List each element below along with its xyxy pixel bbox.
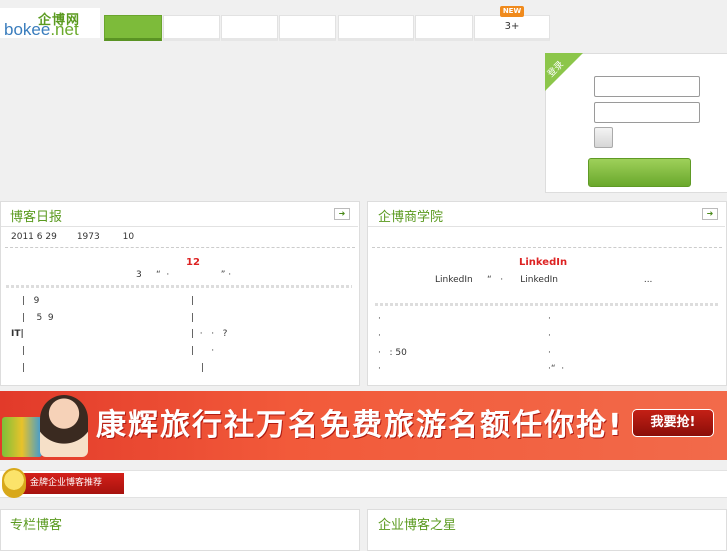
nav-tab-6[interactable]	[415, 15, 473, 41]
banner-headline: 康辉旅行社万名免费旅游名额任你抢!	[96, 408, 624, 443]
list-item[interactable]: ·	[548, 331, 551, 341]
remember-checkbox[interactable]	[594, 127, 613, 148]
nav-tab-7[interactable]: 3+	[474, 15, 550, 41]
list-item[interactable]: |	[22, 363, 25, 373]
site-logo[interactable]: 企博网 bokee.net	[0, 8, 100, 39]
list-item[interactable]: ·	[378, 331, 381, 341]
logo-english: bokee.net	[4, 20, 79, 39]
list-item[interactable]: ·“ ·	[548, 364, 564, 374]
list-item[interactable]: ·	[548, 314, 551, 324]
travel-ad-banner[interactable]: 康辉旅行社万名免费旅游名额任你抢! 我要抢!	[0, 391, 727, 460]
divider	[6, 285, 352, 288]
nav-tab-5[interactable]	[338, 15, 414, 41]
list-item[interactable]: | · · ?	[191, 329, 227, 339]
gold-medal-icon	[2, 468, 26, 498]
list-item[interactable]: ·	[378, 364, 381, 374]
new-badge: NEW	[500, 6, 524, 17]
list-item[interactable]: |	[191, 296, 194, 306]
list-item[interactable]: ·	[378, 314, 381, 324]
blog-daily-more-arrow-icon[interactable]: ➜	[334, 208, 350, 220]
login-button[interactable]	[588, 158, 691, 187]
gold-blog-label[interactable]: 金牌企业博客推荐	[22, 473, 124, 494]
list-item[interactable]: |	[191, 313, 194, 323]
grab-now-button[interactable]: 我要抢!	[632, 409, 714, 437]
blog-daily-panel	[0, 201, 360, 386]
username-input[interactable]	[594, 76, 700, 97]
academy-feature-title[interactable]: LinkedIn	[519, 257, 567, 268]
academy-panel	[367, 201, 727, 386]
ad-model-image	[40, 395, 88, 457]
nav-tab-4[interactable]	[279, 15, 336, 41]
blog-daily-feature-title[interactable]: 12	[186, 257, 200, 268]
divider	[375, 303, 719, 306]
list-item[interactable]: | 5 9	[22, 313, 54, 323]
blog-daily-title[interactable]: 博客日报	[10, 206, 62, 225]
list-item[interactable]: · : 50	[378, 348, 407, 358]
nav-tab-2[interactable]	[163, 15, 220, 41]
divider	[368, 226, 725, 227]
list-item[interactable]: | 9	[22, 296, 39, 306]
blog-daily-headline[interactable]: 2011 6 29 1973 10	[11, 232, 134, 242]
list-item[interactable]: |	[22, 346, 25, 356]
nav-tab-home[interactable]	[104, 15, 162, 41]
divider	[5, 247, 355, 248]
blog-daily-feature-summary: 3 “ · ” ·	[136, 270, 232, 280]
academy-more-arrow-icon[interactable]: ➜	[702, 208, 718, 220]
nav-tab-3[interactable]	[221, 15, 278, 41]
password-input[interactable]	[594, 102, 700, 123]
academy-title[interactable]: 企博商学院	[378, 206, 443, 225]
academy-feature-summary: LinkedIn “ · LinkedIn ...	[435, 275, 653, 285]
list-item[interactable]: ·	[548, 348, 551, 358]
list-item[interactable]: | ·	[191, 346, 214, 356]
gift-box-image	[2, 417, 42, 457]
list-item[interactable]: IT|	[11, 329, 24, 339]
column-blogs-title[interactable]: 专栏博客	[10, 514, 62, 533]
divider	[1, 226, 358, 227]
enterprise-stars-title[interactable]: 企业博客之星	[378, 514, 456, 533]
divider	[372, 247, 722, 248]
list-item[interactable]: |	[201, 363, 204, 373]
